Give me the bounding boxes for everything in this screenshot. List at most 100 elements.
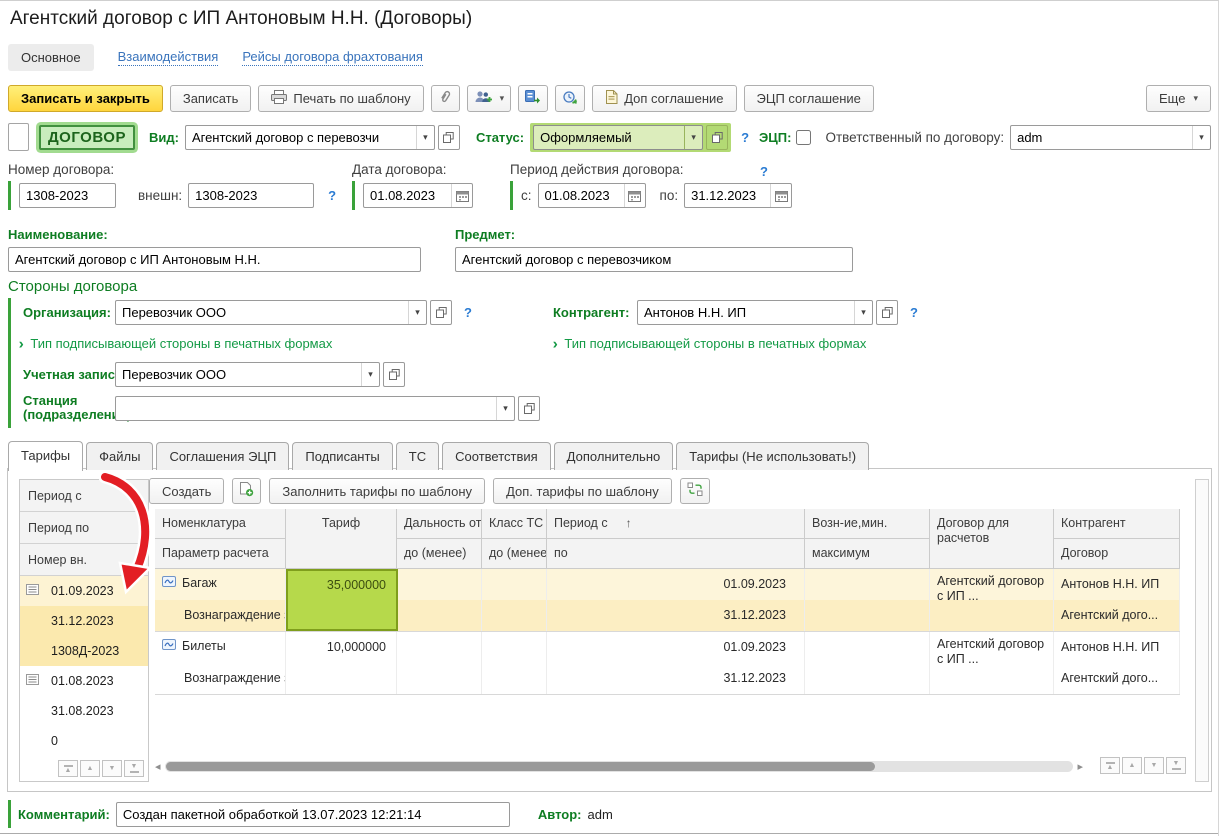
contract-date-input[interactable]: 01.08.2023 bbox=[363, 183, 473, 208]
more-button[interactable]: Еще ▾ bbox=[1146, 85, 1211, 112]
responsible-combobox[interactable]: adm ▾ bbox=[1010, 125, 1211, 150]
chevron-down-icon[interactable]: ▾ bbox=[684, 126, 702, 149]
column-header[interactable]: Период с↑ bbox=[547, 509, 805, 539]
list-item[interactable]: 31.12.2023 bbox=[20, 606, 148, 636]
column-header[interactable]: максимум bbox=[805, 539, 930, 569]
chevron-down-icon[interactable]: ▾ bbox=[416, 126, 434, 149]
go-next-button[interactable]: ▼ bbox=[102, 760, 122, 777]
refresh-schedule-button[interactable] bbox=[555, 85, 585, 112]
nav-tab-main[interactable]: Основное bbox=[8, 44, 94, 71]
organization-signer-type-link[interactable]: ›Тип подписывающей стороны в печатных фо… bbox=[19, 336, 332, 351]
attachments-button[interactable] bbox=[431, 85, 460, 112]
counterparty-combobox[interactable]: Антонов Н.Н. ИП ▾ bbox=[637, 300, 873, 325]
nav-tab-interactions[interactable]: Взаимодействия bbox=[118, 49, 219, 66]
tab-additional[interactable]: Дополнительно bbox=[554, 442, 674, 470]
period-from-input[interactable]: 01.08.2023 bbox=[538, 183, 646, 208]
horizontal-scrollbar[interactable]: ◂ ▸ bbox=[155, 758, 1083, 775]
station-combobox[interactable]: ▾ bbox=[115, 396, 515, 421]
save-button[interactable]: Записать bbox=[170, 85, 252, 112]
print-by-template-button[interactable]: Печать по шаблону bbox=[258, 85, 423, 112]
calendar-icon[interactable] bbox=[624, 184, 645, 207]
account-open-button[interactable] bbox=[383, 362, 405, 387]
kind-combobox[interactable]: Агентский договор с перевозчи ▾ bbox=[185, 125, 435, 150]
additional-agreement-button[interactable]: Доп соглашение bbox=[592, 85, 736, 112]
column-header[interactable]: по bbox=[547, 539, 805, 569]
status-combobox[interactable]: Оформляемый ▾ bbox=[533, 125, 703, 150]
column-header[interactable]: Возн-ие,мин. bbox=[805, 509, 930, 539]
chevron-down-icon[interactable]: ▾ bbox=[408, 301, 426, 324]
column-header[interactable]: Договор для расчетов bbox=[930, 509, 1054, 569]
fill-tariffs-by-template-button[interactable]: Заполнить тарифы по шаблону bbox=[269, 478, 485, 504]
subject-input[interactable]: Агентский договор с перевозчиком bbox=[455, 247, 853, 272]
list-item[interactable]: 0 bbox=[20, 726, 148, 756]
organization-help-icon[interactable]: ? bbox=[464, 305, 472, 320]
go-last-button[interactable]: ▼ bbox=[1166, 757, 1186, 774]
nav-tab-charter-trips[interactable]: Рейсы договора фрахтования bbox=[242, 49, 423, 66]
external-number-input[interactable]: 1308-2023 bbox=[188, 183, 314, 208]
tariff-highlighted-cell[interactable]: 35,000000 bbox=[286, 569, 398, 631]
column-header[interactable]: до (менее) bbox=[482, 539, 547, 569]
column-header[interactable]: Договор bbox=[1054, 539, 1180, 569]
reorder-template-button[interactable] bbox=[680, 478, 710, 504]
create-button[interactable]: Создать bbox=[149, 478, 224, 504]
column-header[interactable]: Контрагент bbox=[1054, 509, 1180, 539]
list-item[interactable]: 01.08.2023 bbox=[20, 666, 148, 696]
chevron-down-icon[interactable]: ▾ bbox=[361, 363, 379, 386]
additional-tariffs-by-template-button[interactable]: Доп. тарифы по шаблону bbox=[493, 478, 672, 504]
tab-correspondences[interactable]: Соответствия bbox=[442, 442, 551, 470]
chevron-down-icon[interactable]: ▾ bbox=[496, 397, 514, 420]
table-row[interactable]: Билеты 10,000000 01.09.2023 Агентский до… bbox=[155, 632, 1180, 695]
column-header[interactable]: Класс ТС от bbox=[482, 509, 547, 539]
list-item[interactable]: 01.09.2023 bbox=[20, 576, 148, 606]
calendar-icon[interactable] bbox=[770, 184, 791, 207]
eds-checkbox[interactable] bbox=[796, 130, 811, 145]
kind-open-button[interactable] bbox=[438, 125, 460, 150]
tab-vehicles[interactable]: ТС bbox=[396, 442, 439, 470]
status-help-icon[interactable]: ? bbox=[741, 130, 749, 145]
list-item[interactable]: 1308Д-2023 bbox=[20, 636, 148, 666]
export-document-button[interactable] bbox=[518, 85, 548, 112]
table-row[interactable]: Багаж 01.09.2023 Агентский договор с ИП … bbox=[155, 569, 1180, 632]
period-to-header[interactable]: Период по bbox=[20, 512, 148, 544]
organization-open-button[interactable] bbox=[430, 300, 452, 325]
tab-files[interactable]: Файлы bbox=[86, 442, 153, 470]
go-first-button[interactable]: ▲ bbox=[1100, 757, 1120, 774]
tab-tariffs-deprecated[interactable]: Тарифы (Не использовать!) bbox=[676, 442, 869, 470]
column-header[interactable]: до (менее) bbox=[397, 539, 482, 569]
column-header[interactable]: Тариф bbox=[286, 509, 397, 569]
go-first-button[interactable]: ▲ bbox=[58, 760, 78, 777]
list-item[interactable]: 31.08.2023 bbox=[20, 696, 148, 726]
column-header[interactable]: Дальность от bbox=[397, 509, 482, 539]
counterparty-signer-type-link[interactable]: ›Тип подписывающей стороны в печатных фо… bbox=[553, 336, 866, 351]
copy-button[interactable] bbox=[232, 478, 261, 504]
period-from-header[interactable]: Период с bbox=[20, 480, 148, 512]
contact-persons-button[interactable]: ▾ bbox=[467, 85, 512, 112]
station-open-button[interactable] bbox=[518, 396, 540, 421]
scroll-right-icon[interactable]: ▸ bbox=[1077, 760, 1083, 773]
scrollbar-track[interactable] bbox=[165, 761, 1074, 772]
status-open-button[interactable] bbox=[706, 125, 728, 150]
internal-number-header[interactable]: Номер вн. bbox=[20, 544, 148, 576]
go-last-button[interactable]: ▼ bbox=[124, 760, 144, 777]
tab-eds-agreements[interactable]: Соглашения ЭЦП bbox=[156, 442, 289, 470]
period-to-input[interactable]: 31.12.2023 bbox=[684, 183, 792, 208]
go-previous-button[interactable]: ▲ bbox=[80, 760, 100, 777]
save-and-close-button[interactable]: Записать и закрыть bbox=[8, 85, 163, 112]
vertical-scrollbar[interactable] bbox=[1195, 479, 1209, 782]
go-previous-button[interactable]: ▲ bbox=[1122, 757, 1142, 774]
counterparty-help-icon[interactable]: ? bbox=[910, 305, 918, 320]
period-help-icon[interactable]: ? bbox=[760, 164, 768, 179]
counterparty-open-button[interactable] bbox=[876, 300, 898, 325]
chevron-down-icon[interactable]: ▾ bbox=[854, 301, 872, 324]
account-combobox[interactable]: Перевозчик ООО ▾ bbox=[115, 362, 380, 387]
organization-combobox[interactable]: Перевозчик ООО ▾ bbox=[115, 300, 427, 325]
comment-input[interactable]: Создан пакетной обработкой 13.07.2023 12… bbox=[116, 802, 510, 827]
tab-signers[interactable]: Подписанты bbox=[292, 442, 392, 470]
scrollbar-thumb[interactable] bbox=[166, 762, 875, 771]
tab-tariffs[interactable]: Тарифы bbox=[8, 441, 83, 471]
contract-number-input[interactable]: 1308-2023 bbox=[19, 183, 116, 208]
name-input[interactable]: Агентский договор с ИП Антоновым Н.Н. bbox=[8, 247, 421, 272]
chevron-down-icon[interactable]: ▾ bbox=[1192, 126, 1210, 149]
column-header[interactable]: Параметр расчета bbox=[155, 539, 286, 569]
go-next-button[interactable]: ▼ bbox=[1144, 757, 1164, 774]
